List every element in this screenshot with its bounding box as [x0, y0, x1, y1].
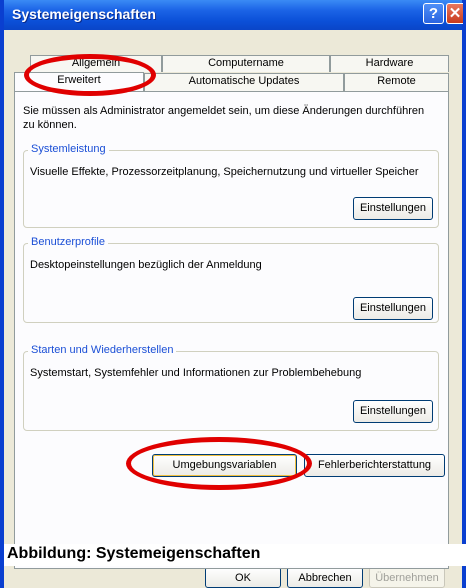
cancel-button[interactable]: Abbrechen — [287, 567, 363, 588]
tab-label: Remote — [377, 75, 416, 87]
group-title: Starten und Wiederherstellen — [28, 344, 177, 356]
window-title: Systemeigenschaften — [12, 6, 156, 22]
group-title: Systemleistung — [28, 143, 109, 155]
group-description: Desktopeinstellungen bezüglich der Anmel… — [30, 259, 262, 271]
group-benutzerprofile: Benutzerprofile Desktopeinstellungen bez… — [23, 236, 439, 323]
error-reporting-button[interactable]: Fehlerberichterstattung — [304, 454, 445, 477]
tab-label: Automatische Updates — [188, 75, 300, 87]
environment-variables-button[interactable]: Umgebungsvariablen — [152, 454, 297, 477]
tab-label: Computername — [208, 57, 284, 69]
help-button[interactable]: ? — [423, 3, 444, 24]
caption-area: Abbildung: Systemeigenschaften — [4, 544, 466, 566]
tab-allgemein[interactable]: Allgemein — [30, 55, 162, 72]
group-title: Benutzerprofile — [28, 236, 108, 248]
group-description: Systemstart, Systemfehler und Informatio… — [30, 367, 362, 379]
apply-button[interactable]: Übernehmen — [369, 567, 445, 588]
figure-caption: Abbildung: Systemeigenschaften — [7, 545, 261, 562]
tab-automatische-updates[interactable]: Automatische Updates — [144, 73, 344, 91]
group-starten-wiederherstellen: Starten und Wiederherstellen Systemstart… — [23, 344, 439, 431]
admin-notice: Sie müssen als Administrator angemeldet … — [23, 105, 425, 131]
close-button[interactable]: ✕ — [446, 3, 463, 24]
tab-label: Allgemein — [71, 57, 121, 69]
group-systemleistung: Systemleistung Visuelle Effekte, Prozess… — [23, 143, 439, 228]
tab-label: Erweitert — [57, 74, 101, 86]
tab-computername[interactable]: Computername — [162, 55, 330, 72]
tab-panel-erweitert: Sie müssen als Administrator angemeldet … — [14, 91, 449, 569]
tab-erweitert[interactable]: Erweitert — [14, 72, 144, 91]
ok-button[interactable]: OK — [205, 567, 281, 588]
help-icon: ? — [428, 5, 439, 22]
tab-label: Hardware — [365, 57, 414, 69]
title-bar[interactable]: Systemeigenschaften ? ✕ — [4, 0, 463, 30]
tab-remote[interactable]: Remote — [344, 73, 449, 91]
profile-settings-button[interactable]: Einstellungen — [353, 297, 433, 320]
performance-settings-button[interactable]: Einstellungen — [353, 197, 433, 220]
close-icon: ✕ — [448, 5, 462, 22]
group-description: Visuelle Effekte, Prozessorzeitplanung, … — [30, 166, 419, 178]
startup-settings-button[interactable]: Einstellungen — [353, 400, 433, 423]
system-properties-window: Systemeigenschaften ? ✕ Allgemein Comput… — [0, 0, 466, 588]
tab-hardware[interactable]: Hardware — [330, 55, 449, 72]
